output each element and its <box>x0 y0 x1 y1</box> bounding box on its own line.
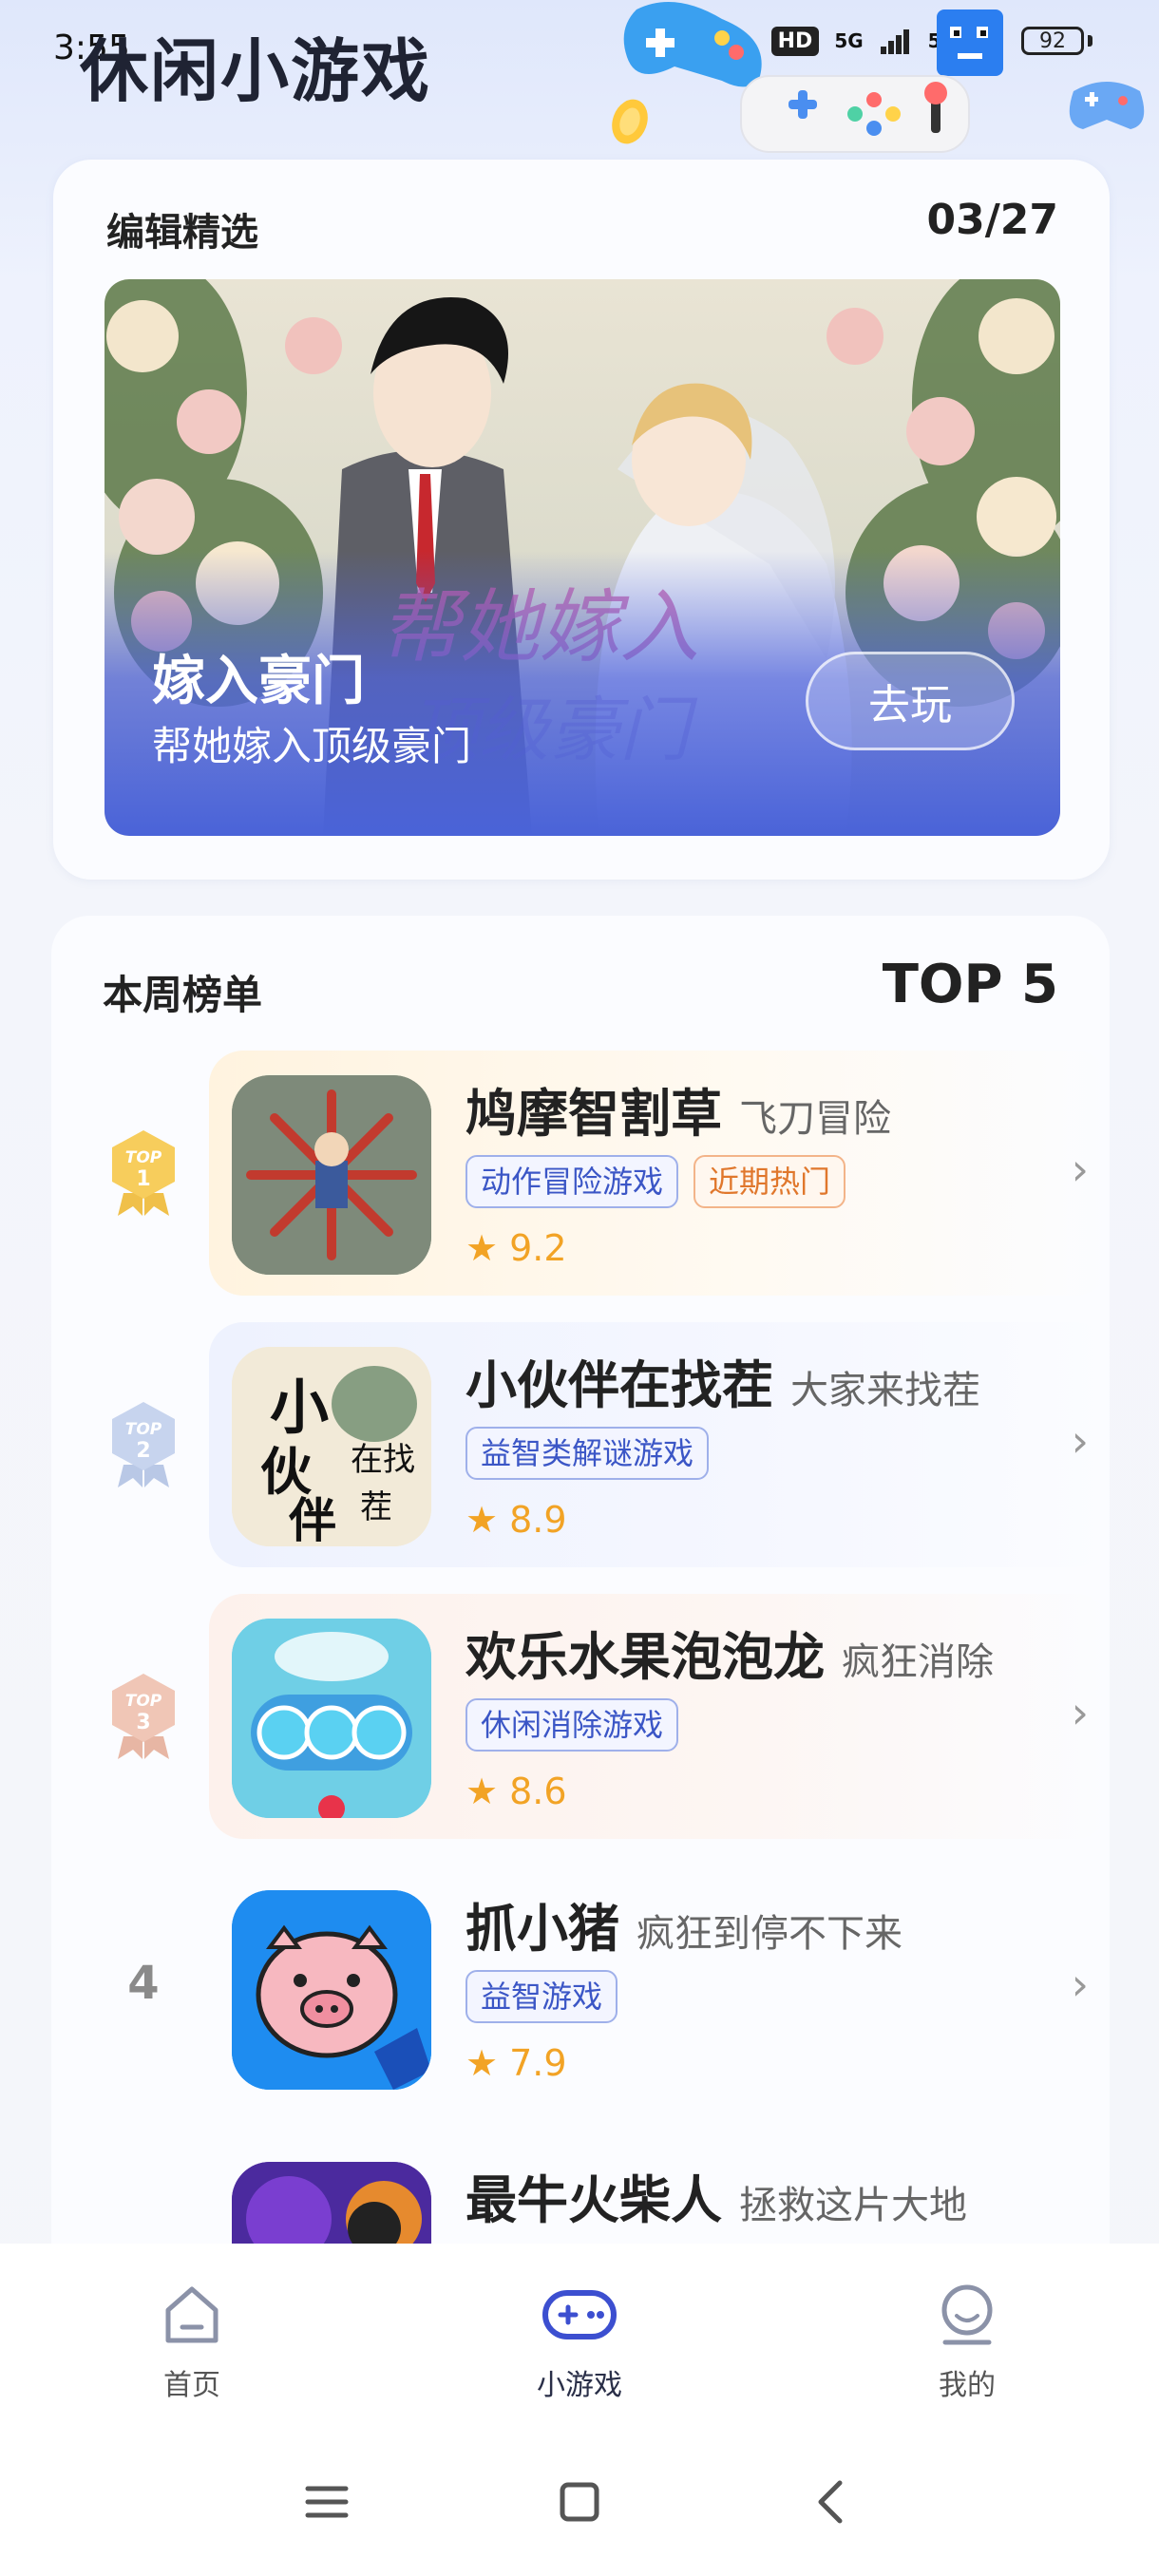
svg-text:在找: 在找 <box>351 1441 415 1479</box>
app-subtitle: 疯狂消除 <box>842 1640 994 1684</box>
weekly-ranking-title: 本周榜单 <box>103 972 263 1018</box>
svg-text:TOP: TOP <box>125 1692 162 1711</box>
ranking-row[interactable]: TOP 1 鸠摩智割草 飞刀冒险 动作冒险游戏 近期热门 ★ 9.2 › <box>51 1051 1110 1296</box>
genre-tag: 动作冒险游戏 <box>466 1155 679 1208</box>
battery-icon: 92 <box>1021 27 1084 55</box>
star-icon: ★ <box>466 1771 499 1812</box>
editor-pick-card: 编辑精选 03/27 嫁入豪门 帮她嫁入顶级豪门 去玩 <box>53 160 1110 880</box>
nav-home[interactable]: 首页 <box>97 2282 287 2403</box>
banner-page-indicator: 03/27 <box>926 196 1058 244</box>
editor-pick-title: 编辑精选 <box>106 211 258 255</box>
star-icon: ★ <box>466 1227 499 1269</box>
svg-text:1: 1 <box>136 1167 150 1191</box>
app-icon-jiumozhi[interactable] <box>232 1075 431 1275</box>
nav-home-label: 首页 <box>163 2369 220 2402</box>
profile-icon <box>941 2284 993 2345</box>
genre-tag: 益智游戏 <box>466 1970 618 2023</box>
home-icon <box>165 2286 218 2343</box>
bronze-medal-icon: TOP 3 <box>104 1670 182 1761</box>
banner-game-title: 嫁入豪门 <box>152 651 365 712</box>
star-icon: ★ <box>466 2042 499 2084</box>
ranking-row[interactable]: TOP 3 欢乐水果泡泡龙 疯狂消除 休闲消除游戏 ★ 8.6 › <box>51 1594 1110 1839</box>
home-square-icon[interactable] <box>551 2473 608 2530</box>
svg-text:2: 2 <box>136 1439 150 1463</box>
tag-list: 益智游戏 <box>466 1970 618 2023</box>
network-5g-label: 5G <box>834 29 864 52</box>
featured-game-banner[interactable]: 帮她嫁入 顶级豪门 嫁入豪门 帮她嫁入顶级豪门 去玩 <box>104 279 1060 836</box>
rating: ★ 8.6 <box>466 1771 567 1812</box>
svg-text:TOP: TOP <box>125 1148 162 1167</box>
nav-minigames-label: 小游戏 <box>537 2369 622 2402</box>
app-name: 抓小猪 疯狂到停不下来 <box>466 1899 902 1959</box>
app-subtitle: 拯救这片大地 <box>739 2184 967 2227</box>
app-name: 最牛火柴人 拯救这片大地 <box>466 2170 967 2230</box>
ranking-row[interactable]: TOP 2 小 伙 伴 在找 茬 小伙伴在找茬 大家来找茬 益智类解谜游戏 ★ 8.… <box>51 1322 1110 1567</box>
back-icon[interactable] <box>804 2473 861 2530</box>
svg-text:小: 小 <box>270 1373 329 1442</box>
rating: ★ 9.2 <box>466 1227 567 1269</box>
signal-icon <box>880 29 909 54</box>
ranking-row[interactable]: 4 抓小猪 疯狂到停不下来 益智游戏 ★ 7.9 › <box>51 1866 1110 2111</box>
svg-text:茬: 茬 <box>360 1488 392 1526</box>
silver-medal-icon: TOP 2 <box>104 1398 182 1489</box>
genre-tag: 休闲消除游戏 <box>466 1698 679 1752</box>
genre-tag: 益智类解谜游戏 <box>466 1427 710 1480</box>
gamepad-icon <box>542 2290 617 2339</box>
coin-decoration-icon <box>612 99 648 144</box>
page-title: 休闲小游戏 <box>80 31 432 111</box>
svg-text:3: 3 <box>136 1711 150 1734</box>
weekly-top-badge: TOP 5 <box>882 954 1058 1015</box>
nav-profile[interactable]: 我的 <box>872 2282 1062 2403</box>
star-icon: ★ <box>466 1499 499 1541</box>
small-controller-decoration-icon <box>1069 82 1145 129</box>
svg-text:伴: 伴 <box>288 1492 336 1546</box>
app-subtitle: 飞刀冒险 <box>739 1097 891 1141</box>
hot-tag: 近期热门 <box>694 1155 846 1208</box>
rating: ★ 8.9 <box>466 1499 567 1541</box>
banner-subtitle: 帮她嫁入顶级豪门 <box>152 723 472 769</box>
rating: ★ 7.9 <box>466 2042 567 2084</box>
gold-medal-icon: TOP 1 <box>104 1127 182 1218</box>
nav-minigames[interactable]: 小游戏 <box>484 2282 674 2403</box>
tag-list: 休闲消除游戏 <box>466 1698 679 1752</box>
app-icon-catch-pig[interactable] <box>232 1890 431 2090</box>
tag-list: 益智类解谜游戏 <box>466 1427 710 1480</box>
app-subtitle: 疯狂到停不下来 <box>636 1912 902 1956</box>
bottom-navigation: 首页 小游戏 我的 <box>0 2244 1159 2576</box>
play-button[interactable]: 去玩 <box>806 652 1015 750</box>
game-console-decoration-icon <box>740 75 970 153</box>
rank-number: 4 <box>127 1957 160 2010</box>
chevron-right-icon[interactable]: › <box>1072 1959 1089 2010</box>
svg-text:TOP: TOP <box>125 1420 162 1439</box>
app-name: 小伙伴在找茬 大家来找茬 <box>466 1355 980 1415</box>
tag-list: 动作冒险游戏 近期热门 <box>466 1155 846 1208</box>
battery-nub <box>1088 35 1092 47</box>
app-name: 欢乐水果泡泡龙 疯狂消除 <box>466 1627 994 1687</box>
menu-icon[interactable] <box>298 2473 355 2530</box>
nav-profile-label: 我的 <box>939 2369 996 2402</box>
chevron-right-icon[interactable]: › <box>1072 1687 1089 1738</box>
app-icon-find-difference[interactable]: 小 伙 伴 在找 茬 <box>232 1347 431 1546</box>
app-subtitle: 大家来找茬 <box>790 1369 980 1412</box>
app-name: 鸠摩智割草 飞刀冒险 <box>466 1084 891 1144</box>
weekly-ranking-card: 本周榜单 TOP 5 TOP 1 鸠摩智割草 飞刀冒险 动作冒险游戏 近期热门 … <box>51 916 1110 2361</box>
chevron-right-icon[interactable]: › <box>1072 1144 1089 1195</box>
chevron-right-icon[interactable]: › <box>1072 1415 1089 1467</box>
app-icon-bubble-dragon[interactable] <box>232 1619 431 1818</box>
